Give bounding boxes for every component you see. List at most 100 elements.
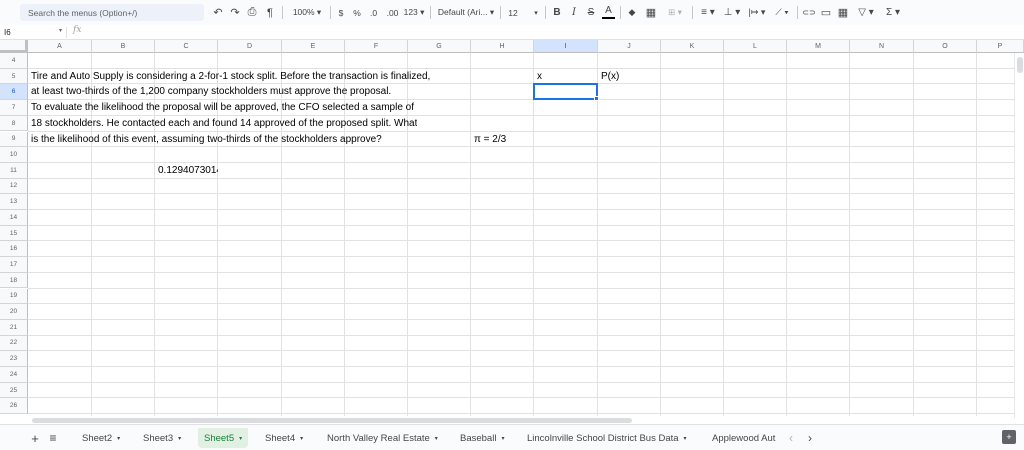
select-all-corner[interactable] [0,40,28,53]
strikethrough-button[interactable]: S [585,4,597,21]
cell-a9[interactable]: is the likelihood of this event, assumin… [31,132,382,147]
paint-format-icon[interactable]: ¶ [264,4,276,21]
add-sheet-icon[interactable]: + [29,428,41,448]
row-header-24[interactable]: 24 [0,367,28,383]
column-header-f[interactable]: F [345,40,408,53]
row-header-15[interactable]: 15 [0,225,28,242]
row-header-7[interactable]: 7 [0,100,28,116]
row-header-4[interactable]: 4 [0,53,28,69]
row-header-13[interactable]: 13 [0,194,28,210]
name-box-dropdown-icon[interactable]: ▾ [59,27,62,34]
sheet-tab-menu-icon[interactable]: ▾ [178,435,181,442]
row-header-21[interactable]: 21 [0,319,28,336]
column-header-h[interactable]: H [471,40,534,53]
sheet-tab-sheet4[interactable]: Sheet4 ▾ [259,428,309,448]
vertical-align-icon[interactable]: ⊥ ▾ [722,4,742,21]
active-cell-selection[interactable] [533,83,598,101]
percent-format-button[interactable]: % [352,4,362,21]
row-header-17[interactable]: 17 [0,257,28,273]
row-header-23[interactable]: 23 [0,351,28,367]
column-header-k[interactable]: K [661,40,724,53]
sheet-tab-lincolnville-school-district-bus-data[interactable]: Lincolnville School District Bus Data ▾ [521,428,693,448]
print-icon[interactable]: ⎙ [246,4,258,21]
horizontal-scroll-thumb[interactable] [32,418,632,423]
sheet-tab-north-valley-real-estate[interactable]: North Valley Real Estate ▾ [321,428,444,448]
row-header-22[interactable]: 22 [0,335,28,352]
column-header-d[interactable]: D [218,40,282,53]
redo-icon[interactable]: ↷ [229,4,241,21]
column-header-m[interactable]: M [787,40,850,53]
explore-icon[interactable]: + [1002,430,1016,444]
row-header-10[interactable]: 10 [0,147,28,163]
row-header-18[interactable]: 18 [0,272,28,289]
horizontal-align-icon[interactable]: ≡ ▾ [698,4,718,21]
row-header-16[interactable]: 16 [0,241,28,258]
font-size-input[interactable]: 12 [505,4,521,21]
column-header-o[interactable]: O [914,40,977,53]
row-header-14[interactable]: 14 [0,210,28,226]
menu-search-input[interactable]: Search the menus (Option+/) [20,4,204,21]
vertical-scroll-thumb[interactable] [1017,57,1023,73]
column-header-e[interactable]: E [282,40,345,53]
text-color-button[interactable]: A [602,4,615,19]
scroll-tabs-right-icon[interactable]: › [805,428,815,448]
fill-handle[interactable] [594,96,599,102]
row-header-11[interactable]: 11 [0,162,28,179]
sheet-tab-menu-icon[interactable]: ▾ [435,435,438,442]
cell-i5[interactable]: x [537,69,542,84]
cell-a6[interactable]: at least two-thirds of the 1,200 company… [31,84,391,99]
spreadsheet-grid[interactable]: ABCDEFGHIJKLMNOP 4 5 6 7 8 9 10 11 12 13 14 15 16 17 1… [0,40,1024,418]
fill-color-icon[interactable]: ◆ [626,4,638,21]
borders-icon[interactable]: ▦ [645,4,657,21]
sheet-tab-menu-icon[interactable]: ▾ [300,435,303,442]
sheet-tab-sheet3[interactable]: Sheet3 ▾ [137,428,187,448]
horizontal-scrollbar[interactable] [28,416,1014,424]
merge-cells-icon[interactable]: ⊞ ▾ [663,4,687,21]
row-header-6[interactable]: 6 [0,84,28,101]
font-family-select[interactable]: Default (Ari... ▾ [436,4,496,21]
row-header-20[interactable]: 20 [0,304,28,320]
zoom-select[interactable]: 100% ▾ [289,4,325,21]
all-sheets-icon[interactable]: ≡ [47,428,59,448]
cell-j5[interactable]: P(x) [601,69,619,84]
sheet-tab-baseball[interactable]: Baseball ▾ [454,428,510,448]
functions-icon[interactable]: Σ ▾ [882,4,904,21]
sheet-tab-menu-icon[interactable]: ▾ [239,435,242,442]
insert-chart-icon[interactable]: ▦ [837,4,849,21]
sheet-tab-sheet5[interactable]: Sheet5 ▾ [198,428,249,448]
column-header-c[interactable]: C [155,40,218,53]
row-header-8[interactable]: 8 [0,115,28,132]
row-header-12[interactable]: 12 [0,178,28,195]
currency-format-button[interactable]: $ [336,4,346,21]
undo-icon[interactable]: ↶ [212,4,224,21]
column-header-g[interactable]: G [408,40,471,53]
bold-button[interactable]: B [551,4,563,21]
sheet-tab-menu-icon[interactable]: ▾ [684,435,687,442]
cell-c11[interactable]: 0.1294073014 [158,163,218,178]
text-rotate-icon[interactable]: ⟋ ▾ [772,4,792,21]
filter-icon[interactable]: ▽ ▾ [855,4,877,21]
font-size-dropdown-icon[interactable]: ▾ [532,4,540,21]
sheet-tab-menu-icon[interactable]: ▾ [117,435,120,442]
decrease-decimal-button[interactable]: .0 [367,4,380,21]
text-wrap-icon[interactable]: |↦ ▾ [746,4,768,21]
column-header-p[interactable]: P [977,40,1024,53]
sheet-tab-applewood-aut[interactable]: Applewood Aut [706,428,780,448]
number-format-select[interactable]: 123 ▾ [402,4,426,21]
row-header-26[interactable]: 26 [0,398,28,415]
cell-a8[interactable]: 18 stockholders. He contacted each and f… [31,116,417,131]
column-header-i[interactable]: I [534,40,598,53]
insert-link-icon[interactable]: ⊂⊃ [802,4,816,21]
cell-h9[interactable]: π = 2/3 [474,132,506,147]
column-header-n[interactable]: N [850,40,914,53]
row-header-19[interactable]: 19 [0,288,28,305]
row-header-9[interactable]: 9 [0,131,28,148]
column-header-a[interactable]: A [28,40,92,53]
column-header-j[interactable]: J [598,40,661,53]
cell-a7[interactable]: To evaluate the likelihood the proposal … [31,100,414,115]
italic-button[interactable]: I [568,4,580,21]
sheet-tab-menu-icon[interactable]: ▾ [501,435,504,442]
column-header-b[interactable]: B [92,40,155,53]
name-box[interactable]: I6 ▾ [4,27,62,38]
column-header-l[interactable]: L [724,40,787,53]
